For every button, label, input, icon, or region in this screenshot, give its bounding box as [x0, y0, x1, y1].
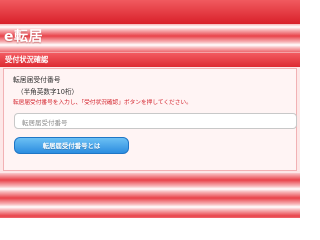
header: e転居	[0, 24, 300, 46]
field-label: 転居届受付番号	[13, 76, 61, 84]
form-panel-inner: 転居届受付番号 （半角英数字10桁） 転居届受付番号を入力し、「受付状況確認」ボ…	[3, 68, 297, 171]
field-label-note: （半角英数字10桁）	[17, 88, 79, 96]
top-banner	[0, 0, 300, 24]
input-placeholder: 転居届受付番号	[22, 119, 68, 127]
section-title: 受付状況確認	[5, 55, 49, 64]
button-label: 転居届受付番号とは	[42, 142, 101, 150]
what-is-reception-number-button[interactable]: 転居届受付番号とは	[14, 137, 129, 154]
section-header: 受付状況確認	[0, 52, 300, 68]
form-panel: 転居届受付番号 （半角英数字10桁） 転居届受付番号を入力し、「受付状況確認」ボ…	[0, 67, 300, 173]
instruction-text: 転居届受付番号を入力し、「受付状況確認」ボタンを押してください。	[13, 100, 192, 106]
reception-number-input[interactable]: 転居届受付番号	[14, 113, 297, 129]
logo: e転居	[4, 29, 43, 45]
